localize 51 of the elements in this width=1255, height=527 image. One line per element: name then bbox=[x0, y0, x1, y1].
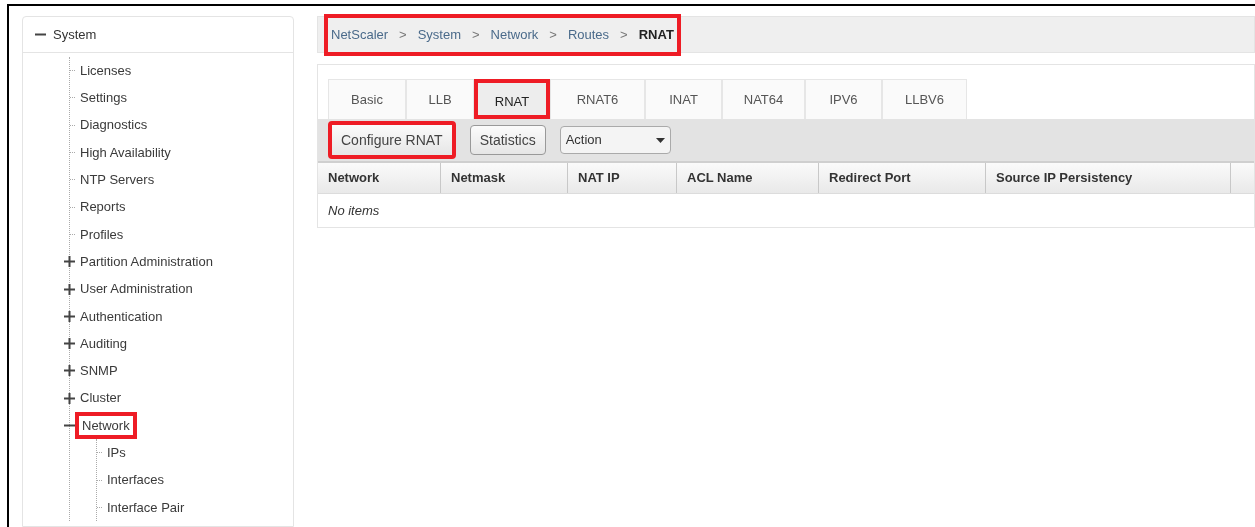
tab[interactable]: IPV6 bbox=[805, 79, 882, 119]
tree-item[interactable]: System bbox=[51, 24, 99, 45]
tree-item[interactable]: Cluster bbox=[79, 388, 123, 408]
toolbar-button[interactable]: Statistics bbox=[469, 125, 546, 155]
tree-item[interactable]: NTP Servers bbox=[79, 170, 156, 190]
plus-icon[interactable] bbox=[64, 256, 75, 268]
tab[interactable]: NAT64 bbox=[722, 79, 805, 119]
plus-icon[interactable] bbox=[64, 392, 75, 404]
tree-item[interactable]: Licenses bbox=[79, 60, 133, 81]
tree-item[interactable]: Auditing bbox=[79, 333, 128, 354]
breadcrumb-link[interactable]: System bbox=[417, 24, 461, 45]
action-dropdown[interactable]: Action bbox=[559, 126, 671, 154]
tree-item[interactable]: High Availability bbox=[79, 142, 172, 163]
tab[interactable]: RNAT bbox=[474, 79, 550, 119]
tab[interactable]: Basic bbox=[328, 79, 406, 119]
tree-item[interactable]: Reports bbox=[79, 197, 127, 217]
breadcrumb-link[interactable]: Network bbox=[490, 24, 539, 45]
tab[interactable]: LLB bbox=[406, 79, 474, 119]
column-header[interactable]: Network bbox=[318, 163, 441, 193]
breadcrumb-current: RNAT bbox=[638, 25, 674, 44]
plus-icon[interactable] bbox=[64, 365, 75, 377]
column-header[interactable]: Redirect Port bbox=[819, 163, 986, 193]
column-header[interactable]: NAT IP bbox=[568, 163, 677, 193]
separator-icon: > bbox=[620, 24, 628, 45]
tree-item[interactable]: Partition Administration bbox=[79, 251, 214, 272]
tree-item[interactable]: Interface Pair bbox=[106, 497, 186, 518]
tab[interactable]: LLBV6 bbox=[882, 79, 967, 119]
tab[interactable]: INAT bbox=[645, 79, 722, 119]
plus-icon[interactable] bbox=[64, 338, 75, 350]
column-header[interactable]: Netmask bbox=[441, 163, 568, 193]
tree-item[interactable]: Profiles bbox=[79, 224, 125, 245]
separator-icon: > bbox=[399, 24, 407, 45]
tree-item[interactable]: User Administration bbox=[79, 279, 194, 299]
column-header[interactable]: Source IP Persistency bbox=[986, 163, 1231, 193]
empty-message: No items bbox=[328, 201, 380, 220]
separator-icon: > bbox=[549, 24, 557, 45]
plus-icon[interactable] bbox=[64, 283, 75, 295]
tree-item[interactable]: Interfaces bbox=[106, 470, 166, 490]
column-header[interactable]: ACL Name bbox=[677, 163, 819, 193]
plus-icon[interactable] bbox=[64, 310, 75, 322]
caret-icon bbox=[655, 137, 665, 143]
breadcrumb-link[interactable]: Routes bbox=[567, 24, 610, 45]
tree-item[interactable]: Authentication bbox=[79, 306, 164, 327]
tree-item[interactable]: IPs bbox=[106, 443, 127, 463]
tree-item[interactable]: SNMP bbox=[79, 361, 119, 381]
breadcrumb-link[interactable]: NetScaler bbox=[331, 24, 389, 45]
tree-item[interactable]: Settings bbox=[79, 88, 128, 108]
separator-icon: > bbox=[472, 24, 480, 45]
tree-item[interactable]: Diagnostics bbox=[79, 115, 149, 135]
tab[interactable]: RNAT6 bbox=[550, 79, 645, 119]
toolbar-button[interactable]: Configure RNAT bbox=[328, 121, 456, 159]
